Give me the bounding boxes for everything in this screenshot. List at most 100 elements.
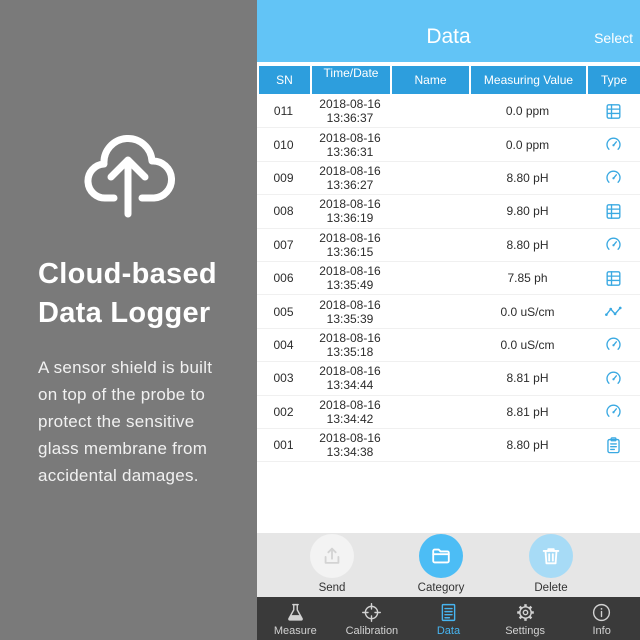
tab-label: Settings [505,625,545,637]
time-text: 13:35:39 [326,311,374,326]
time-text: 13:36:31 [326,144,374,159]
table-row[interactable]: 005 2018-08-16 13:35:39 0.0 uS/cm [257,295,640,329]
date-text: 2018-08-16 [319,163,381,178]
tab-settings[interactable]: Settings [487,597,564,640]
measuring-value-cell: 8.80 pH [506,438,549,453]
tab-bar: Measure Calibration Data Settings Info [257,597,640,640]
cloud-upload-icon [84,134,176,218]
page-title: Data [426,25,471,48]
sn-cell: 008 [273,204,294,219]
category-button-circle [419,534,463,578]
action-bar: Send Category Delete [257,533,640,597]
table-header: SN Time/Date Name Measuring Value Type [257,66,640,94]
type-cell [586,262,640,294]
trash-icon [540,545,562,567]
sn-cell: 001 [273,438,294,453]
type-cell [586,329,640,361]
time-text: 13:36:37 [326,111,374,126]
date-text: 2018-08-16 [319,364,381,379]
promo-panel: Cloud-based Data Logger A sensor shield … [0,0,257,640]
promo-description-line: glass membrane from [38,439,208,458]
delete-button[interactable]: Delete [511,534,591,596]
tab-data[interactable]: Data [410,597,487,640]
gauge-icon [604,168,623,187]
data-table: 011 2018-08-16 13:36:37 0.0 ppm 010 2018-08-1… [257,95,640,463]
promo-title-line: Cloud-based [38,258,217,290]
time-date-cell: 2018-08-16 13:36:31 [310,128,390,160]
date-text: 2018-08-16 [319,264,381,279]
measuring-value-cell: 8.80 pH [506,237,549,252]
table-icon [604,202,623,221]
table-row[interactable]: 004 2018-08-16 13:35:18 0.0 uS/cm [257,329,640,363]
type-cell [586,229,640,261]
table-row[interactable]: 011 2018-08-16 13:36:37 0.0 ppm [257,95,640,129]
list-icon [438,602,459,623]
table-row[interactable]: 003 2018-08-16 13:34:44 8.81 pH [257,362,640,396]
date-text: 2018-08-16 [319,130,381,145]
select-button[interactable]: Select [594,30,633,46]
tab-info[interactable]: Info [563,597,640,640]
sn-cell: 010 [273,137,294,152]
name-cell [390,229,469,261]
delete-button-label: Delete [534,582,568,594]
name-cell [390,295,469,327]
page: Cloud-based Data Logger A sensor shield … [0,0,640,640]
measuring-value-cell: 0.0 uS/cm [500,337,555,352]
measuring-value-cell: 0.0 uS/cm [500,304,555,319]
tab-label: Measure [273,625,317,637]
date-text: 2018-08-16 [319,297,381,312]
tab-calibration[interactable]: Calibration [334,597,411,640]
measuring-value-cell: 8.81 pH [506,371,549,386]
promo-title-line: Data Logger [38,297,211,329]
table-icon [604,269,623,288]
table-row[interactable]: 010 2018-08-16 13:36:31 0.0 ppm [257,128,640,162]
table-row[interactable]: 007 2018-08-16 13:36:15 8.80 pH [257,229,640,262]
gauge-icon [604,235,623,254]
column-header-time-date: Time/Date [310,66,390,94]
time-date-cell: 2018-08-16 13:36:15 [310,229,390,261]
measuring-value-cell: 8.80 pH [506,170,549,185]
date-text: 2018-08-16 [319,330,381,345]
table-row[interactable]: 002 2018-08-16 13:34:42 8.81 pH [257,396,640,429]
tab-measure[interactable]: Measure [257,597,334,640]
measuring-value-cell: 0.0 ppm [505,104,550,119]
send-button-circle [310,534,354,578]
date-text: 2018-08-16 [319,230,381,245]
type-cell [586,295,640,327]
time-text: 13:35:18 [326,344,374,359]
sn-cell: 005 [273,304,294,319]
crosshair-icon [361,602,382,623]
time-date-cell: 2018-08-16 13:35:39 [310,295,390,327]
promo-description: A sensor shield is built on top of the p… [38,354,212,489]
type-cell [586,429,640,461]
sn-cell: 002 [273,404,294,419]
clipboard-icon [604,436,623,455]
sn-cell: 004 [273,337,294,352]
table-row[interactable]: 009 2018-08-16 13:36:27 8.80 pH [257,162,640,196]
time-text: 13:36:27 [326,177,374,192]
upload-icon [321,545,343,567]
date-text: 2018-08-16 [319,397,381,412]
tab-label: Calibration [345,625,399,637]
category-button[interactable]: Category [401,534,481,596]
time-date-cell: 2018-08-16 13:35:18 [310,329,390,361]
info-icon [591,602,612,623]
gauge-icon [604,369,623,388]
sn-cell: 006 [273,271,294,286]
table-row[interactable]: 006 2018-08-16 13:35:49 7.85 ph [257,262,640,296]
send-button[interactable]: Send [292,534,372,596]
name-cell [390,362,469,394]
promo-description-line: protect the sensitive [38,412,195,431]
table-row[interactable]: 008 2018-08-16 13:36:19 9.80 pH [257,195,640,229]
name-cell [390,128,469,160]
promo-title: Cloud-based Data Logger [38,255,217,333]
type-cell [586,95,640,127]
time-date-cell: 2018-08-16 13:34:38 [310,429,390,461]
delete-button-circle [529,534,573,578]
time-text: 13:36:19 [326,211,374,226]
name-cell [390,429,469,461]
column-header-type: Type [586,66,640,94]
table-row[interactable]: 001 2018-08-16 13:34:38 8.80 pH [257,429,640,463]
name-cell [390,262,469,294]
promo-description-line: accidental damages. [38,466,199,485]
